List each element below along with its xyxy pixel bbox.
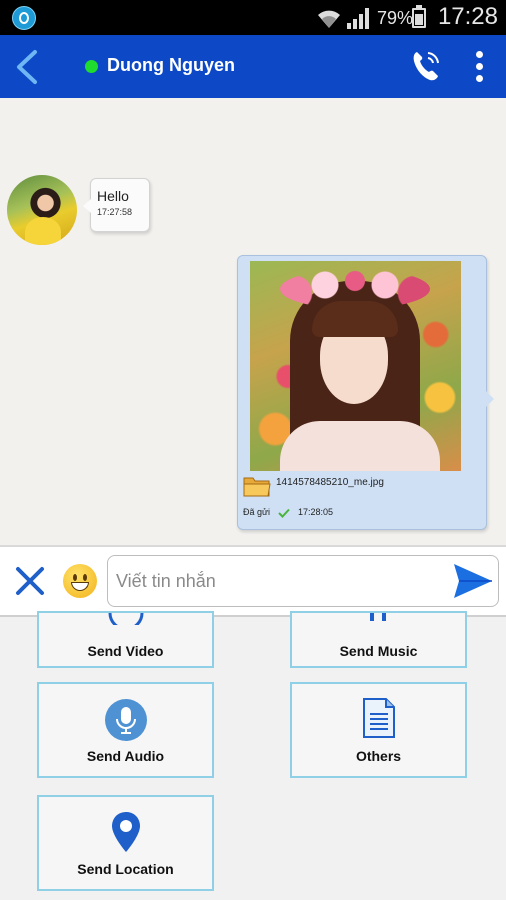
tile-label: Send Music [339, 643, 418, 659]
document-icon [362, 698, 395, 738]
send-location-button[interactable]: Send Location [37, 795, 214, 891]
file-name: 1414578485210_me.jpg [276, 477, 384, 488]
send-audio-button[interactable]: Send Audio [37, 682, 214, 778]
battery-icon [412, 5, 426, 28]
message-time: 17:28:05 [298, 507, 334, 517]
message-time: 17:27:58 [97, 207, 133, 217]
location-pin-icon [111, 812, 140, 852]
tile-label: Send Location [77, 861, 174, 877]
close-attachments-button[interactable] [14, 565, 46, 597]
microphone-icon [104, 699, 147, 741]
tile-label: Send Video [87, 643, 164, 659]
incoming-message-bubble[interactable]: Hello 17:27:58 [83, 178, 150, 232]
signal-icon [347, 8, 369, 29]
video-icon [108, 613, 143, 625]
message-text: Hello [97, 188, 129, 204]
emoji-button[interactable] [63, 564, 97, 598]
status-bar: 79% 17:28 [0, 0, 506, 35]
attachment-options: Send Video Send Music Send Audio Others … [0, 611, 506, 900]
message-input[interactable] [107, 555, 499, 607]
app-notification-icon [12, 6, 36, 30]
overflow-menu-button[interactable] [470, 50, 490, 84]
sent-photo[interactable] [250, 261, 461, 471]
tile-label: Send Audio [86, 748, 165, 764]
chat-header: Duong Nguyen [0, 35, 506, 98]
clock: 17:28 [437, 3, 498, 30]
message-composer [0, 545, 506, 617]
phone-call-button[interactable] [411, 50, 441, 82]
check-icon [278, 508, 290, 518]
tile-label: Others [355, 748, 402, 764]
back-button[interactable] [10, 49, 46, 85]
send-button[interactable] [453, 562, 493, 600]
outgoing-image-message-bubble[interactable]: 1414578485210_me.jpg Đã gửi 17:28:05 [237, 255, 494, 530]
send-music-button[interactable]: Send Music [290, 611, 467, 668]
folder-icon [243, 477, 271, 497]
delivery-status: Đã gửi [243, 507, 271, 517]
contact-name: Duong Nguyen [107, 55, 235, 75]
others-button[interactable]: Others [290, 682, 467, 778]
battery-percent: 79% [377, 8, 414, 28]
online-status-dot [85, 60, 98, 73]
send-video-button[interactable]: Send Video [37, 611, 214, 668]
wifi-icon [318, 10, 340, 28]
music-icon [369, 613, 386, 621]
contact-avatar[interactable] [7, 175, 77, 245]
